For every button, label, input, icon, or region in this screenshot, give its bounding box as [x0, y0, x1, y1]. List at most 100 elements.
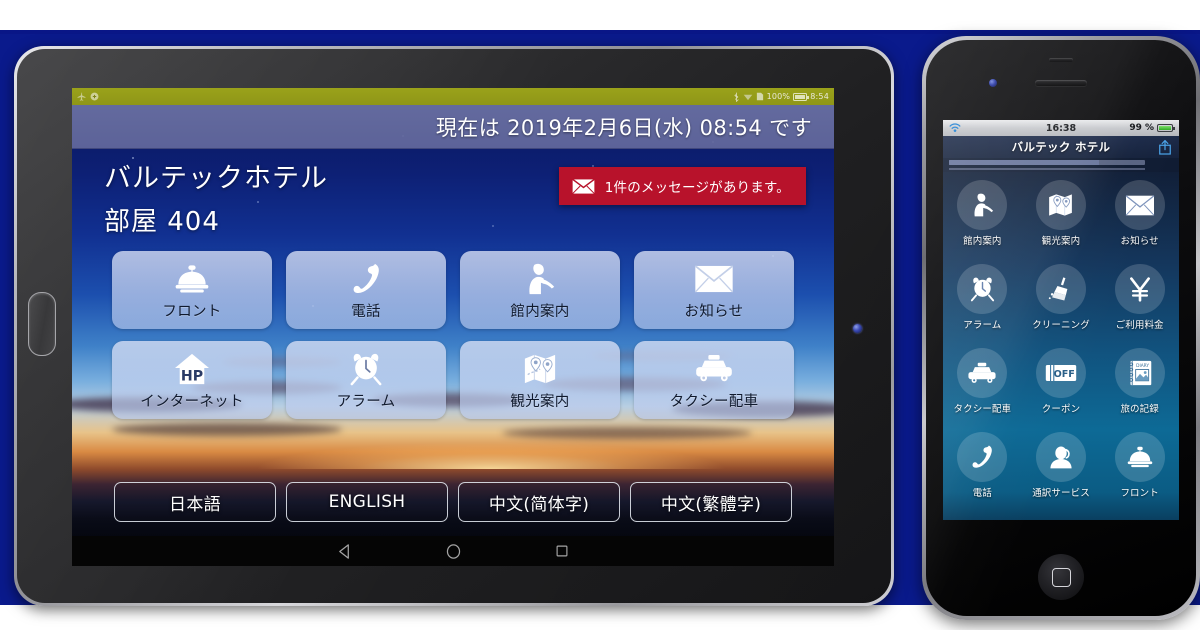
phone-tile-label: アラーム: [963, 320, 1002, 331]
battery-icon: [1157, 124, 1175, 132]
system-clock-label: 8:54: [810, 92, 829, 101]
ios-status-bar: 16:38 99 %: [943, 120, 1179, 136]
tile-label: 館内案内: [510, 303, 570, 320]
phone-tile-cleaning[interactable]: クリーニング: [1022, 264, 1101, 348]
message-banner-label: 1件のメッセージがあります。: [604, 180, 790, 196]
android-system-status-bar: 100% 8:54: [72, 88, 834, 105]
house-hp-icon: HP: [173, 350, 211, 388]
phone-tile-fees[interactable]: ご利用料金: [1100, 264, 1179, 348]
tile-label: インターネット: [140, 393, 244, 410]
concierge-person-icon: [522, 260, 558, 298]
alarm-clock-icon: [348, 350, 384, 388]
phone-handset-icon: [349, 260, 383, 298]
phone-tile-coupon[interactable]: OFF クーポン: [1022, 348, 1101, 432]
phone-tile-label: クリーニング: [1032, 320, 1090, 331]
phone-screen: 16:38 99 % バルテック ホテル 館内案内 観光案内 お知らせ アラーム…: [943, 120, 1179, 520]
phone-bar-secondary: [949, 168, 1145, 170]
message-banner[interactable]: 1件のメッセージがあります。: [558, 167, 806, 205]
tile-internet[interactable]: HP インターネット: [112, 341, 272, 419]
android-navigation-bar: [72, 536, 834, 566]
envelope-icon: [1114, 180, 1165, 230]
interpreter-headset-icon: [1035, 432, 1086, 482]
envelope-icon: [694, 260, 734, 298]
map-pin-icon: [522, 350, 558, 388]
tile-label: 観光案内: [510, 393, 570, 410]
phone-battery-percent-label: 99 %: [1129, 123, 1154, 133]
tile-taxi[interactable]: タクシー配車: [634, 341, 794, 419]
home-button-icon: [1051, 567, 1071, 587]
tile-telephone[interactable]: 電話: [286, 251, 446, 329]
language-selector: 日本語 ENGLISH 中文(简体字) 中文(繁體字): [72, 482, 834, 522]
alarm-clock-icon: [957, 264, 1008, 314]
phone-tile-label: 通訳サービス: [1032, 488, 1090, 499]
phone-tile-front-desk[interactable]: フロント: [1100, 432, 1179, 516]
sd-card-icon: [756, 92, 763, 101]
concierge-person-icon: [957, 180, 1008, 230]
svg-text:HP: HP: [181, 368, 203, 384]
phone-bar-primary: [949, 160, 1145, 165]
phone-tile-sightseeing[interactable]: 観光案内: [1022, 180, 1101, 264]
phone-tile-label: お知らせ: [1120, 236, 1159, 247]
language-button-japanese[interactable]: 日本語: [114, 482, 276, 522]
phone-service-grid: 館内案内 観光案内 お知らせ アラーム クリーニング ご利用料金 タクシー配車 …: [943, 172, 1179, 520]
phone-tile-label: クーポン: [1041, 404, 1081, 415]
back-icon[interactable]: [336, 543, 353, 560]
language-button-english[interactable]: ENGLISH: [286, 482, 448, 522]
phone-tile-interpreter[interactable]: 通訳サービス: [1022, 432, 1101, 516]
language-label: 中文(简体字): [488, 494, 590, 515]
tile-label: 電話: [351, 303, 381, 320]
tablet-side-button[interactable]: [28, 292, 56, 356]
recents-icon[interactable]: [554, 543, 570, 559]
tile-front-desk[interactable]: フロント: [112, 251, 272, 329]
battery-icon: [793, 92, 809, 101]
tile-sightseeing[interactable]: 観光案内: [460, 341, 620, 419]
notification-icon: [90, 92, 99, 101]
phone-tile-facility-guide[interactable]: 館内案内: [943, 180, 1022, 264]
airplane-icon: [77, 92, 86, 101]
tile-alarm[interactable]: アラーム: [286, 341, 446, 419]
phone-device: 16:38 99 % バルテック ホテル 館内案内 観光案内 お知らせ アラーム…: [922, 36, 1200, 620]
home-icon[interactable]: [445, 543, 462, 560]
coupon-off-icon: OFF: [1035, 348, 1086, 398]
room-number-label: 部屋 404: [104, 206, 220, 237]
system-status-right: 100% 8:54: [733, 92, 829, 102]
tile-label: タクシー配車: [669, 393, 759, 410]
map-pin-icon: [1035, 180, 1086, 230]
battery-percent-label: 100%: [766, 92, 791, 101]
envelope-icon: [571, 177, 596, 195]
service-bell-icon: [1114, 432, 1165, 482]
current-date-label: 現在は 2019年2月6日(水) 08:54 です: [435, 115, 812, 140]
tile-facility-guide[interactable]: 館内案内: [460, 251, 620, 329]
background-band-edge: [0, 30, 1200, 34]
phone-tile-notice[interactable]: お知らせ: [1100, 180, 1179, 264]
phone-tile-travel-diary[interactable]: DIARY 旅の記録: [1100, 348, 1179, 432]
language-button-chinese-traditional[interactable]: 中文(繁體字): [630, 482, 792, 522]
tile-label: アラーム: [336, 393, 396, 410]
language-label: ENGLISH: [328, 492, 406, 512]
phone-title-label: バルテック ホテル: [1011, 140, 1111, 154]
tile-notice[interactable]: お知らせ: [634, 251, 794, 329]
phone-status-right: 99 %: [1129, 123, 1175, 133]
bluetooth-icon: [733, 92, 739, 102]
wifi-icon: [743, 94, 752, 101]
phone-tile-label: 観光案内: [1041, 236, 1081, 247]
phone-front-camera-icon: [989, 79, 997, 87]
phone-tile-taxi[interactable]: タクシー配車: [943, 348, 1022, 432]
tablet-front-camera-icon: [853, 324, 862, 333]
tablet-screen: 100% 8:54 現在は 2019年2月6日(水) 08:54 です バルテッ…: [72, 88, 834, 566]
phone-tile-alarm[interactable]: アラーム: [943, 264, 1022, 348]
tablet-device: 100% 8:54 現在は 2019年2月6日(水) 08:54 です バルテッ…: [14, 46, 894, 606]
phone-top-slot: [1049, 58, 1073, 62]
yen-icon: [1114, 264, 1165, 314]
phone-tile-telephone[interactable]: 電話: [943, 432, 1022, 516]
svg-text:OFF: OFF: [1054, 369, 1075, 380]
phone-handset-icon: [957, 432, 1008, 482]
phone-home-button[interactable]: [1038, 554, 1084, 600]
broom-icon: [1035, 264, 1086, 314]
phone-tile-label: 旅の記録: [1120, 404, 1159, 415]
service-bell-icon: [172, 260, 212, 298]
phone-tile-label: 館内案内: [963, 236, 1002, 247]
phone-title-bar: バルテック ホテル: [943, 136, 1179, 158]
share-icon[interactable]: [1158, 139, 1172, 155]
language-button-chinese-simplified[interactable]: 中文(简体字): [458, 482, 620, 522]
